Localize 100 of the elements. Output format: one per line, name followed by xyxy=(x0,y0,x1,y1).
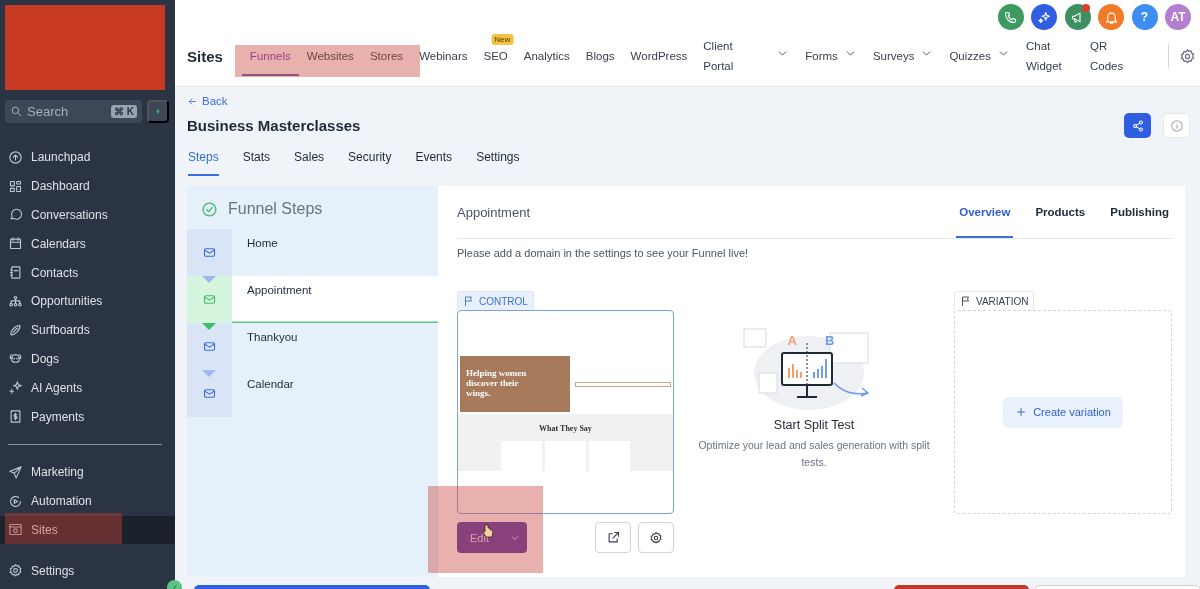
nav-tab[interactable]: WordPress xyxy=(622,36,696,76)
nav-tab[interactable]: Stores xyxy=(361,36,412,76)
sidebar-item[interactable]: Surfboards xyxy=(0,315,175,345)
calendar-icon xyxy=(8,236,23,252)
sidebar-item[interactable]: Sites xyxy=(0,515,175,545)
nav-tab[interactable]: Websites xyxy=(298,36,362,76)
contact-book-icon xyxy=(8,265,23,281)
section-heading: What They Say xyxy=(539,424,592,433)
step-connector-arrow xyxy=(202,323,216,330)
sidebar-item[interactable]: Payments xyxy=(0,402,175,431)
external-link-icon xyxy=(605,530,621,545)
hero-heading: Helping women discover their wings. xyxy=(460,356,570,412)
sidebar-item[interactable]: Automation xyxy=(0,486,175,516)
sidebar-item[interactable]: Calendars xyxy=(0,229,175,259)
info-icon xyxy=(1169,118,1184,133)
nav-tab[interactable]: Blogs xyxy=(577,36,623,76)
sparkle-button[interactable] xyxy=(1031,4,1057,30)
open-external-button[interactable] xyxy=(595,522,631,553)
network-icon xyxy=(8,293,23,309)
step-title: Appointment xyxy=(457,204,531,220)
check-circle-icon xyxy=(201,200,218,218)
step-item[interactable]: Home xyxy=(187,229,438,276)
sparkle-icon xyxy=(1036,9,1052,25)
control-label: CONTROL xyxy=(457,291,534,310)
nav-tab[interactable]: Forms xyxy=(797,36,865,76)
page-tab[interactable]: Events xyxy=(415,144,453,176)
share-button[interactable] xyxy=(1124,113,1151,138)
nav-tab[interactable]: QR Codes xyxy=(1081,36,1146,76)
send-icon xyxy=(8,464,23,480)
variant-label: B xyxy=(825,333,835,348)
surfboard-icon xyxy=(8,322,23,338)
nav-tab[interactable]: Client Portal xyxy=(695,36,798,76)
page-tab[interactable]: Sales xyxy=(294,144,325,176)
sidebar-item[interactable]: AI Agents xyxy=(0,373,175,403)
search-icon xyxy=(10,105,23,118)
back-link[interactable]: Back xyxy=(187,95,228,107)
settings-button[interactable] xyxy=(638,522,674,553)
shortcut-key: ⌘ K xyxy=(111,105,137,118)
empty-state-title: Start Split Test xyxy=(773,418,855,432)
page-tab[interactable]: Settings xyxy=(476,144,520,176)
flag-icon xyxy=(960,295,972,307)
nav-tab[interactable]: Webinars xyxy=(411,36,476,76)
dollar-receipt-icon xyxy=(8,409,23,425)
variation-label: VARIATION xyxy=(954,291,1035,310)
detail-tab[interactable]: Overview xyxy=(956,186,1014,238)
upload-circle-icon xyxy=(8,149,23,165)
phone-button[interactable] xyxy=(997,4,1024,30)
sidebar-item[interactable]: Dashboard xyxy=(0,171,175,201)
share-icon xyxy=(1130,118,1145,133)
settings-icon xyxy=(8,563,23,579)
section-title: Sites xyxy=(187,47,223,65)
sidebar-item[interactable]: Marketing xyxy=(0,457,175,487)
nav-tab[interactable]: Surveys xyxy=(864,36,942,76)
detail-tab[interactable]: Publishing xyxy=(1107,186,1172,238)
nav-tab[interactable]: Analytics xyxy=(515,36,578,76)
info-button[interactable] xyxy=(1163,113,1190,138)
browser-window-icon xyxy=(8,522,23,538)
sidebar-item[interactable]: Settings xyxy=(0,556,175,586)
play-circle-icon xyxy=(8,493,23,509)
step-item[interactable]: Appointment xyxy=(187,276,438,323)
settings-icon xyxy=(649,530,663,545)
settings-icon xyxy=(1179,47,1196,65)
mail-icon xyxy=(202,245,217,260)
create-variation-button[interactable]: Create variation xyxy=(1003,396,1123,428)
nav-tab[interactable]: New SEO xyxy=(475,36,516,76)
nav-tab[interactable]: Chat Widget xyxy=(1017,36,1082,76)
panel-title: Funnel Steps xyxy=(228,200,323,218)
sidebar-item[interactable]: Opportunities xyxy=(0,287,175,316)
arrow-left-icon xyxy=(187,95,198,107)
megaphone-button[interactable] xyxy=(1064,4,1091,30)
step-item[interactable]: Thankyou xyxy=(187,323,438,370)
plus-icon xyxy=(1015,406,1028,418)
step-item[interactable]: Calendar xyxy=(187,370,438,417)
mail-icon xyxy=(202,386,217,401)
variant-label: A xyxy=(787,333,797,348)
empty-state-description: Optimize your lead and sales generation with split tests. xyxy=(697,438,931,470)
bell-icon xyxy=(1103,9,1119,25)
sparkle-icon xyxy=(8,380,23,396)
phone-icon xyxy=(1003,9,1018,25)
step-connector-arrow xyxy=(202,370,216,377)
nav-tab[interactable]: Quizzes xyxy=(941,36,1018,76)
bolt-button[interactable] xyxy=(147,100,169,123)
mail-icon xyxy=(202,292,217,307)
notice-text: Please add a domain in the settings to see your Funnel live! xyxy=(457,247,750,259)
bell-button[interactable] xyxy=(1098,4,1124,30)
sidebar-item[interactable]: Contacts xyxy=(0,258,175,287)
sidebar-item[interactable]: Launchpad xyxy=(0,143,175,172)
detail-tab[interactable]: Products xyxy=(1032,186,1089,238)
new-badge: New xyxy=(491,34,514,45)
step-connector-arrow xyxy=(202,276,216,283)
page-tab[interactable]: Stats xyxy=(242,144,271,176)
sidebar-item[interactable]: Conversations xyxy=(0,200,175,230)
page-tab[interactable]: Security xyxy=(348,144,392,176)
chat-bubble-icon xyxy=(8,207,23,223)
flag-icon xyxy=(463,295,475,307)
sidebar-item[interactable]: Dogs xyxy=(0,344,175,374)
grid-icon xyxy=(8,178,23,194)
page-tab[interactable]: Steps xyxy=(188,144,219,176)
mail-icon xyxy=(202,339,217,354)
page-title: Business Masterclasses xyxy=(187,117,362,134)
